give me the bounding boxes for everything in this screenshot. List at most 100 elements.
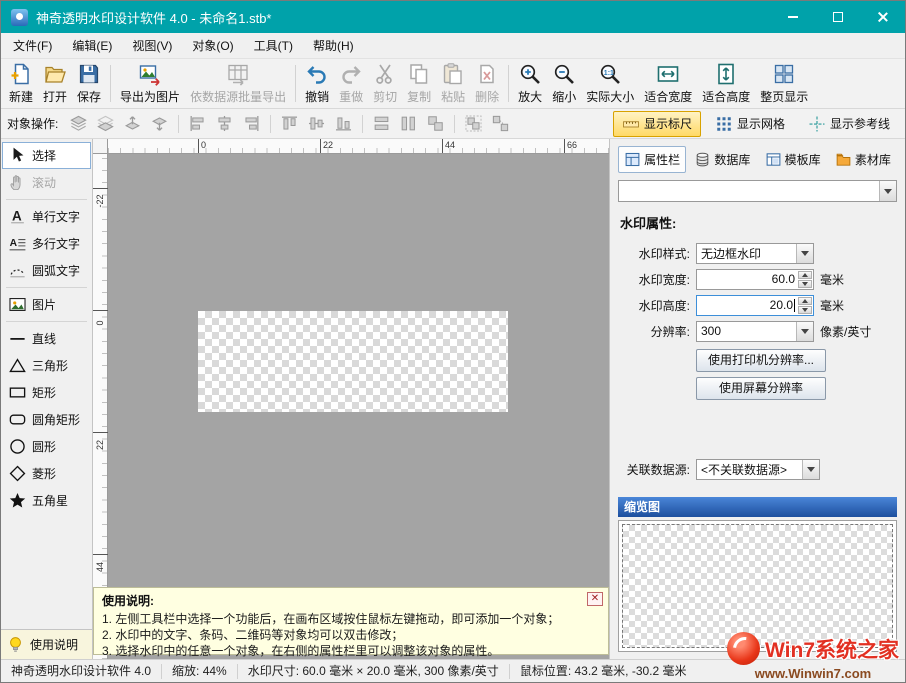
- menu-item[interactable]: 文件(F): [3, 33, 62, 58]
- canvas[interactable]: [108, 154, 609, 659]
- zoom-out-icon: [552, 62, 576, 86]
- object-tool-button-align-h-center[interactable]: [212, 112, 237, 136]
- toolbar-button-paste[interactable]: 粘贴: [436, 60, 470, 107]
- object-tool-button-same-width[interactable]: [369, 112, 394, 136]
- toolbar-button-cut[interactable]: 剪切: [368, 60, 402, 107]
- view-toggle-button-guides[interactable]: 显示参考线: [799, 111, 899, 137]
- palette-tool-hand[interactable]: 滚动: [2, 169, 91, 196]
- minimize-button[interactable]: [770, 1, 815, 33]
- usage-note-box: ✕ 使用说明: 1. 左侧工具栏中选择一个功能后，在画布区域按住鼠标左键拖动，即…: [93, 587, 609, 655]
- view-toggle-button-grid[interactable]: 显示网格: [706, 111, 794, 137]
- toolbar-button-zoom-out[interactable]: 缩小: [547, 60, 581, 107]
- palette-tool-diamond[interactable]: 菱形: [2, 460, 91, 487]
- toolbar-button-fit-height[interactable]: 适合高度: [697, 60, 755, 107]
- palette-tool-circle[interactable]: 圆形: [2, 433, 91, 460]
- menu-item[interactable]: 帮助(H): [303, 33, 364, 58]
- menu-item[interactable]: 视图(V): [122, 33, 182, 58]
- panel-tab-props[interactable]: 属性栏: [618, 146, 686, 173]
- toolbar-button-delete[interactable]: 删除: [470, 60, 504, 107]
- panel-tab-template[interactable]: 模板库: [759, 146, 827, 173]
- object-tool-button-align-left[interactable]: [185, 112, 210, 136]
- canvas-area[interactable]: 0224466 -2202244 ✕ 使用说明: 1. 左侧工具栏中选择一个功能…: [93, 139, 609, 659]
- vertical-ruler-tick: 22: [93, 432, 108, 460]
- toolbar-button-new[interactable]: 新建: [4, 60, 38, 107]
- height-spinner[interactable]: [798, 297, 812, 314]
- palette-tool-line[interactable]: 直线: [2, 325, 91, 352]
- object-tool-button-ungroup[interactable]: [488, 112, 513, 136]
- object-tool-button-same-height[interactable]: [396, 112, 421, 136]
- horizontal-ruler-tick: 22: [320, 139, 333, 153]
- toolbar-button-batch[interactable]: 依数据源批量导出: [185, 60, 291, 107]
- watermark-height-input[interactable]: 20.0: [696, 295, 814, 316]
- usage-note-close-icon[interactable]: ✕: [587, 592, 603, 606]
- toolbar-button-zoom-actual[interactable]: 1:1 实际大小: [581, 60, 639, 107]
- object-tool-button-align-top[interactable]: [277, 112, 302, 136]
- object-tool-button-layer-front[interactable]: [66, 112, 91, 136]
- object-tool-button-same-size[interactable]: [423, 112, 448, 136]
- object-tool-button-layer-down[interactable]: [147, 112, 172, 136]
- chevron-down-icon: [802, 460, 819, 479]
- toolbar-button-export[interactable]: 导出为图片: [115, 60, 185, 107]
- palette-tool-round-rect[interactable]: 圆角矩形: [2, 406, 91, 433]
- panel-tab-material[interactable]: 素材库: [829, 146, 897, 173]
- watermark-width-input[interactable]: 60.0: [696, 269, 814, 290]
- full-page-icon: [772, 62, 796, 86]
- main-toolbar: 新建 打开 保存 导出为图片 依数据源批量导出 撤销 重做 剪切: [1, 59, 905, 109]
- ruler-icon: [622, 115, 640, 133]
- toolbar-button-label: 实际大小: [586, 88, 634, 105]
- use-screen-resolution-button[interactable]: 使用屏幕分辨率: [696, 377, 826, 400]
- status-app-name: 神奇透明水印设计软件 4.0: [1, 664, 162, 679]
- menu-item[interactable]: 编辑(E): [62, 33, 122, 58]
- view-toggle-label: 显示网格: [737, 115, 785, 132]
- palette-tool-text-multi[interactable]: A 多行文字: [2, 230, 91, 257]
- width-spinner[interactable]: [798, 271, 812, 288]
- panel-tab-label: 数据库: [714, 151, 750, 168]
- separator: [178, 115, 179, 133]
- toolbar-button-redo[interactable]: 重做: [334, 60, 368, 107]
- palette-tool-triangle[interactable]: 三角形: [2, 352, 91, 379]
- resolution-select[interactable]: 300: [696, 321, 814, 342]
- svg-text:1:1: 1:1: [604, 70, 614, 77]
- usage-help-button[interactable]: 使用说明: [1, 629, 92, 659]
- object-tool-button-group[interactable]: [461, 112, 486, 136]
- palette-tool-text-single[interactable]: A 单行文字: [2, 203, 91, 230]
- view-toggles: 显示标尺 显示网格 显示参考线: [613, 111, 899, 137]
- palette-tool-text-arc[interactable]: 圆弧文字: [2, 257, 91, 284]
- toolbar-button-zoom-in[interactable]: 放大: [513, 60, 547, 107]
- use-printer-resolution-button[interactable]: 使用打印机分辨率...: [696, 349, 826, 372]
- close-button[interactable]: [860, 1, 905, 33]
- datasource-select[interactable]: <不关联数据源>: [696, 459, 820, 480]
- toolbar-button-open[interactable]: 打开: [38, 60, 72, 107]
- diamond-icon: [8, 464, 27, 483]
- height-label: 水印高度:: [618, 297, 690, 314]
- object-selector-dropdown[interactable]: [618, 180, 897, 202]
- toolbar-button-copy[interactable]: 复制: [402, 60, 436, 107]
- maximize-button[interactable]: [815, 1, 860, 33]
- object-tool-button-align-v-center[interactable]: [304, 112, 329, 136]
- toolbar-button-fit-width[interactable]: 适合宽度: [639, 60, 697, 107]
- panel-tab-db[interactable]: 数据库: [688, 146, 756, 173]
- menu-item[interactable]: 工具(T): [244, 33, 303, 58]
- object-tool-button-align-bottom[interactable]: [331, 112, 356, 136]
- object-tool-button-layer-back[interactable]: [93, 112, 118, 136]
- toolbar-button-full-page[interactable]: 整页显示: [755, 60, 813, 107]
- watermark-canvas[interactable]: [198, 311, 508, 412]
- view-toggle-button-ruler[interactable]: 显示标尺: [613, 111, 701, 137]
- watermark-style-select[interactable]: 无边框水印: [696, 243, 814, 264]
- toolbar-button-save[interactable]: 保存: [72, 60, 106, 107]
- object-tool-button-layer-up[interactable]: [120, 112, 145, 136]
- resolution-label: 分辨率:: [618, 323, 690, 340]
- palette-tool-select[interactable]: 选择: [2, 142, 91, 169]
- palette-tool-star[interactable]: 五角星: [2, 487, 91, 514]
- undo-icon: [305, 62, 329, 86]
- toolbar-button-undo[interactable]: 撤销: [300, 60, 334, 107]
- app-icon: [11, 9, 28, 26]
- layer-up-icon: [123, 114, 142, 133]
- align-right-icon: [242, 114, 261, 133]
- palette-tool-image[interactable]: 图片: [2, 291, 91, 318]
- menu-item[interactable]: 对象(O): [182, 33, 243, 58]
- usage-note-line: 2. 水印中的文字、条码、二维码等对象均可以双击修改；: [102, 627, 584, 643]
- round-rect-icon: [8, 410, 27, 429]
- object-tool-button-align-right[interactable]: [239, 112, 264, 136]
- palette-tool-rect[interactable]: 矩形: [2, 379, 91, 406]
